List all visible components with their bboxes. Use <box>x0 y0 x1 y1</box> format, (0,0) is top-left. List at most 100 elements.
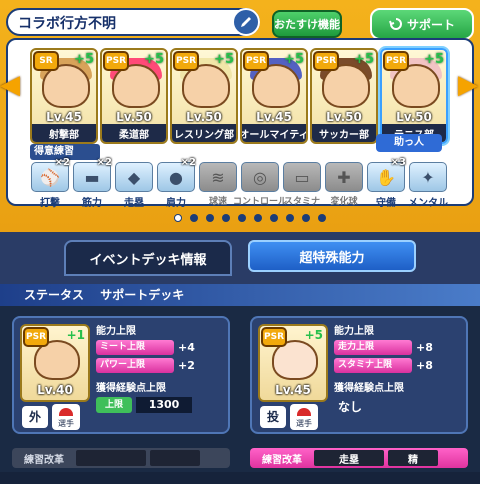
support-card-panel-1[interactable]: PSR +1 Lv.40 外 選手 能力上限 ミート上限 +4 パワー上限 +2… <box>12 316 230 434</box>
page-dot[interactable] <box>174 214 182 222</box>
page-dot[interactable] <box>318 214 326 222</box>
practice-reform-label: 練習改革 <box>262 454 302 466</box>
page-dot[interactable] <box>238 214 246 222</box>
deck-card[interactable]: PSR+5Lv.50テニス部 <box>380 48 448 144</box>
page-dot[interactable] <box>222 214 230 222</box>
practice-symbol: ● <box>169 167 183 187</box>
deck-card[interactable]: PSR +5 Lv.50 柔道部 <box>100 48 168 144</box>
limit-value: 1300 <box>136 397 192 413</box>
deck-card[interactable]: SR +5 Lv.45 射撃部 <box>30 48 98 144</box>
player-cap-icon: 選手 <box>290 404 318 430</box>
level-label: Lv.50 <box>396 110 432 124</box>
practice-symbol: ◎ <box>253 167 267 187</box>
practice-symbol: ✋ <box>376 167 396 187</box>
deck-card[interactable]: PSR +5 Lv.50 サッカー部 <box>310 48 378 144</box>
page-dot[interactable] <box>286 214 294 222</box>
next-arrow-button[interactable]: ▶ <box>458 68 478 102</box>
practice-item: ● ×2 肩力 <box>156 157 196 220</box>
support-card-panel-2[interactable]: PSR +5 Lv.45 投 選手 能力上限 走力上限 +8 スタミナ上限 +8… <box>250 316 468 434</box>
rarity-badge: PSR <box>261 327 287 347</box>
practice-name: 球速 <box>208 197 227 207</box>
exp-limit-label: 獲得経験点上限 <box>96 383 166 394</box>
practice-item: ◆ 走塁 <box>114 162 154 220</box>
deck-card[interactable]: PSR +5 Lv.45 オールマイティ <box>240 48 308 144</box>
practice-symbol: ✚ <box>337 167 351 187</box>
stat-value: +8 <box>416 359 433 372</box>
practice-reform-slot: 精 <box>388 450 438 466</box>
practice-reform-slot <box>150 450 200 466</box>
position-badge: 投 <box>260 406 286 428</box>
level-label: Lv.50 <box>326 110 362 124</box>
stat-value: +2 <box>178 359 195 372</box>
exp-limit-label: 獲得経験点上限 <box>334 383 404 394</box>
practice-symbol: ≋ <box>211 167 225 187</box>
support-card-portrait: PSR +5 Lv.45 <box>258 324 328 402</box>
stat-name: 走力上限 <box>334 340 412 355</box>
practice-symbol: ▭ <box>294 167 310 187</box>
recommend-button[interactable]: おたすけ機能 <box>272 10 342 38</box>
practice-reform-bar-1: 練習改革 <box>12 448 230 468</box>
page-dot[interactable] <box>254 214 262 222</box>
prev-arrow-button[interactable]: ◀ <box>0 68 20 102</box>
multiplier-badge: ×3 <box>390 157 406 168</box>
stat-value: +8 <box>416 341 433 354</box>
practice-reform-slot <box>76 450 146 466</box>
target-icon: ◎ <box>241 162 279 192</box>
player-cap-icon: 選手 <box>52 404 80 430</box>
ability-limit-label: 能力上限 <box>96 326 136 337</box>
glove-icon: ✋ ×3 <box>367 157 406 192</box>
team-label: レスリング部 <box>172 124 236 142</box>
deck-title: コラボ行方不明 <box>18 16 116 32</box>
rarity-badge: PSR <box>243 51 269 71</box>
chevron-right-icon: ▶ <box>458 70 478 100</box>
practice-name: 打撃 <box>40 198 60 209</box>
level-label: Lv.45 <box>275 383 311 397</box>
practice-name: スタミナ <box>283 197 320 207</box>
support-tab-label: サポート <box>406 17 455 32</box>
player-label: 選手 <box>296 419 312 428</box>
speed-icon: ≋ <box>199 162 237 192</box>
helper-badge: 助っ人 <box>376 134 442 152</box>
multiplier-badge: ×2 <box>54 157 70 168</box>
practice-symbol: ▬ <box>84 167 100 187</box>
practice-name: メンタル <box>408 198 448 209</box>
stamina-icon: ▭ <box>283 162 321 192</box>
deck-card-row: SR +5 Lv.45 射撃部 PSR +5 Lv.50 柔道部 PSR +5 Lv.50 レスリング… <box>30 48 454 144</box>
practice-item: ⚾ ×2 打撃 <box>30 157 70 220</box>
practice-name: 筋力 <box>82 198 102 209</box>
practice-reform-label: 練習改革 <box>24 454 64 466</box>
edit-title-button[interactable] <box>232 8 260 36</box>
practice-item: ▭ スタミナ <box>282 162 322 220</box>
deck-card[interactable]: PSR +5 Lv.50 レスリング部 <box>170 48 238 144</box>
page-dot[interactable] <box>302 214 310 222</box>
refresh-icon <box>389 18 402 30</box>
tab-special-ability[interactable]: 超特殊能力 <box>248 240 416 272</box>
position-badge: 外 <box>22 406 48 428</box>
status-header: ステータス サポートデッキ <box>0 284 480 306</box>
practice-name: コントロール <box>233 197 288 207</box>
tab-special-ability-label: 超特殊能力 <box>299 250 365 266</box>
practice-item: ▬ ×2 筋力 <box>72 157 112 220</box>
rarity-badge: PSR <box>383 51 409 71</box>
player-label: 選手 <box>58 419 74 428</box>
bonus-badge: +1 <box>66 328 85 342</box>
team-label: 柔道部 <box>102 124 166 142</box>
bonus-badge: +5 <box>354 52 374 67</box>
stat-row: ミート上限 +4 <box>96 340 226 355</box>
page-dot[interactable] <box>190 214 198 222</box>
ability-limit-label: 能力上限 <box>334 326 374 337</box>
stat-name: パワー上限 <box>96 358 174 373</box>
support-tab[interactable]: サポート <box>370 8 474 40</box>
deck-title-bar[interactable]: コラボ行方不明 <box>6 8 260 36</box>
stat-row: パワー上限 +2 <box>96 358 226 373</box>
team-label: 射撃部 <box>32 124 96 142</box>
base-icon: ◆ <box>115 162 153 192</box>
bottom-fill <box>0 472 480 484</box>
bat-icon: ⚾ ×2 <box>31 157 70 192</box>
status-label: ステータス <box>24 288 85 302</box>
tab-event-deck[interactable]: イベントデッキ情報 <box>64 240 232 276</box>
practice-item: ◎ コントロール <box>233 162 287 220</box>
page-dot[interactable] <box>206 214 214 222</box>
level-label: Lv.45 <box>256 110 292 124</box>
page-dot[interactable] <box>270 214 278 222</box>
